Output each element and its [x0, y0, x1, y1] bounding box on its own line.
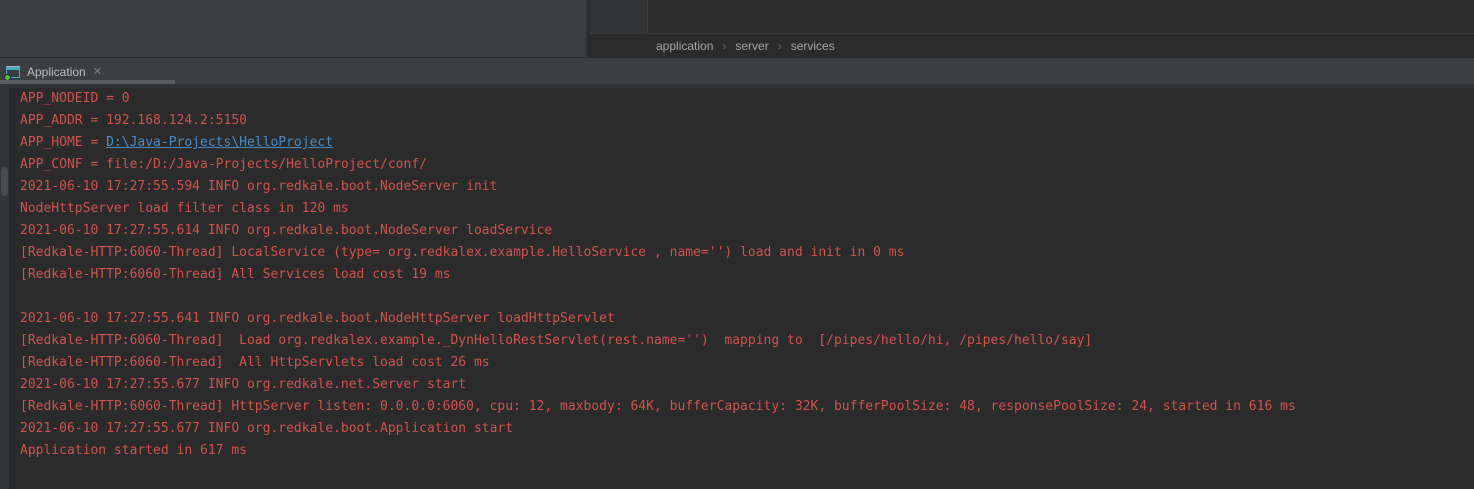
run-console-icon	[5, 65, 21, 79]
log-text: 2021-06-10 17:27:55.614 INFO org.redkale…	[20, 223, 552, 238]
editor-background	[649, 0, 1474, 33]
log-text: NodeHttpServer load filter class in 120 …	[20, 201, 349, 216]
console-left-scrollbar[interactable]	[0, 85, 9, 489]
console-titlebar-glyph	[7, 67, 19, 70]
run-toolwindow-tab-bar: Application ✕	[0, 57, 1474, 85]
log-text: [Redkale-HTTP:6060-Thread] HttpServer li…	[20, 399, 1296, 414]
console-line: [Redkale-HTTP:6060-Thread] All HttpServl…	[20, 352, 1474, 374]
breadcrumb-bar: application › server › services	[590, 33, 1474, 57]
console-line: [Redkale-HTTP:6060-Thread] HttpServer li…	[20, 396, 1474, 418]
breadcrumb-separator-icon: ›	[722, 39, 726, 53]
console-line: 2021-06-10 17:27:55.677 INFO org.redkale…	[20, 418, 1474, 440]
log-text: 2021-06-10 17:27:55.677 INFO org.redkale…	[20, 377, 466, 392]
console-line: 2021-06-10 17:27:55.677 INFO org.redkale…	[20, 374, 1474, 396]
log-text: APP_ADDR = 192.168.124.2:5150	[20, 113, 247, 128]
log-text: [Redkale-HTTP:6060-Thread] All Services …	[20, 267, 450, 282]
log-text: 2021-06-10 17:27:55.594 INFO org.redkale…	[20, 179, 497, 194]
log-text: [Redkale-HTTP:6060-Thread] Load org.redk…	[20, 333, 1092, 348]
breadcrumb-item-services[interactable]: services	[791, 39, 835, 53]
tab-label: Application	[27, 65, 86, 79]
console-line: Application started in 617 ms	[20, 440, 1474, 462]
console-line: APP_NODEID = 0	[20, 88, 1474, 110]
editor-gutter	[590, 0, 648, 33]
close-icon[interactable]: ✕	[93, 66, 102, 78]
ide-window: application › server › services Application …	[0, 0, 1474, 489]
console-scrollbar-thumb[interactable]	[1, 167, 8, 196]
log-text: APP_HOME =	[20, 135, 106, 150]
console-line: [Redkale-HTTP:6060-Thread] All Services …	[20, 264, 1474, 286]
console-line: [Redkale-HTTP:6060-Thread] Load org.redk…	[20, 330, 1474, 352]
log-text: [Redkale-HTTP:6060-Thread] All HttpServl…	[20, 355, 490, 370]
breadcrumb: application › server › services	[656, 39, 835, 53]
console-line: 2021-06-10 17:27:55.641 INFO org.redkale…	[20, 308, 1474, 330]
log-text: Application started in 617 ms	[20, 443, 247, 458]
console-output: APP_NODEID = 0 APP_ADDR = 192.168.124.2:5…	[20, 88, 1474, 462]
breadcrumb-item-server[interactable]: server	[735, 39, 768, 53]
left-panel	[0, 0, 588, 57]
console-line: APP_CONF = file:/D:/Java-Projects/HelloP…	[20, 154, 1474, 176]
console-line: [Redkale-HTTP:6060-Thread] LocalService …	[20, 242, 1474, 264]
breadcrumb-item-application[interactable]: application	[656, 39, 713, 53]
log-text: 2021-06-10 17:27:55.677 INFO org.redkale…	[20, 421, 513, 436]
editor-bottom-strip: application › server › services	[0, 0, 1474, 57]
log-text: APP_NODEID = 0	[20, 91, 130, 106]
file-link[interactable]: D:\Java-Projects\HelloProject	[106, 135, 333, 150]
console-line: 2021-06-10 17:27:55.594 INFO org.redkale…	[20, 176, 1474, 198]
console-line: APP_ADDR = 192.168.124.2:5150	[20, 110, 1474, 132]
run-console: APP_NODEID = 0 APP_ADDR = 192.168.124.2:5…	[0, 85, 1474, 489]
log-text: APP_CONF = file:/D:/Java-Projects/HelloP…	[20, 157, 427, 172]
console-line: 2021-06-10 17:27:55.614 INFO org.redkale…	[20, 220, 1474, 242]
console-line: APP_HOME = D:\Java-Projects\HelloProject	[20, 132, 1474, 154]
console-line	[20, 286, 1474, 308]
tab-strip-scrollbar-thumb[interactable]	[0, 80, 175, 84]
log-text: 2021-06-10 17:27:55.641 INFO org.redkale…	[20, 311, 615, 326]
log-text: [Redkale-HTTP:6060-Thread] LocalService …	[20, 245, 904, 260]
console-line: NodeHttpServer load filter class in 120 …	[20, 198, 1474, 220]
breadcrumb-separator-icon: ›	[778, 39, 782, 53]
